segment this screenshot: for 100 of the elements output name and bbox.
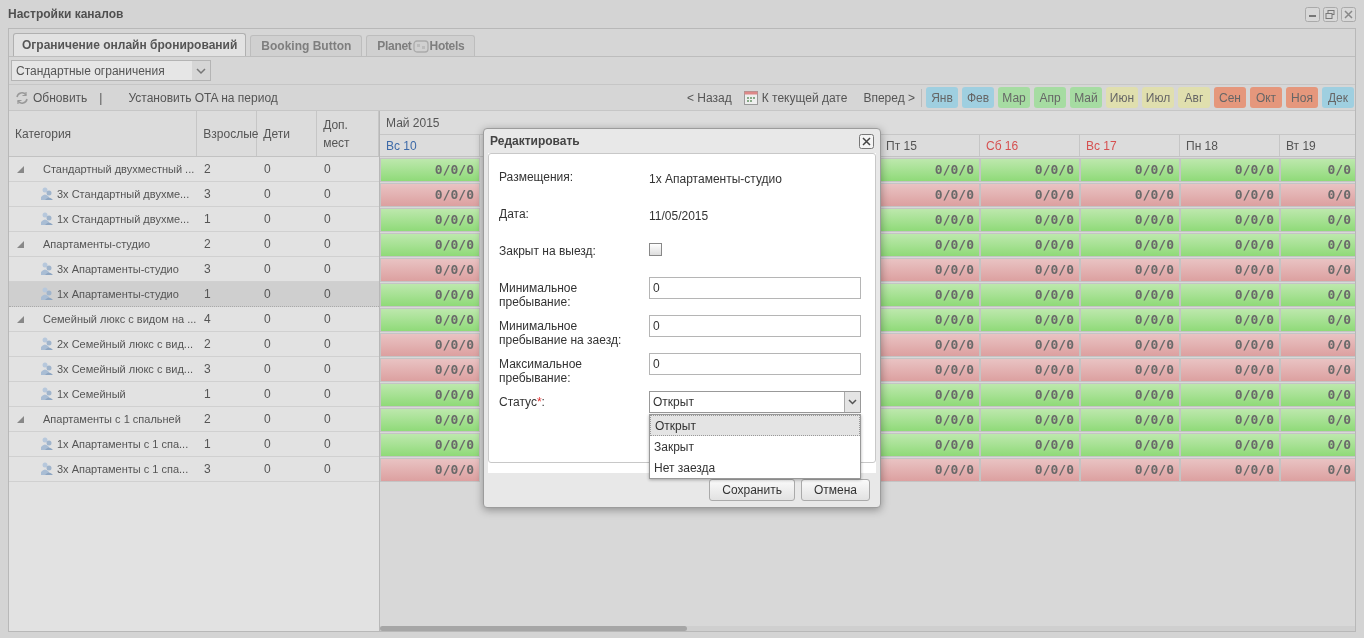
availability-cell[interactable]: 0/0/0 [980, 158, 1080, 182]
month-button[interactable]: Сен [1214, 87, 1246, 108]
availability-cell[interactable]: 0/0/0 [1180, 258, 1280, 282]
availability-cell[interactable]: 0/0 [1280, 358, 1355, 382]
availability-cell[interactable]: 0/0/0 [1180, 283, 1280, 307]
scrollbar-thumb[interactable] [380, 626, 687, 631]
table-row[interactable]: 1x Апартаменты с 1 спа... 1 0 0 [9, 432, 379, 457]
availability-cell[interactable]: 0/0/0 [880, 358, 980, 382]
availability-cell[interactable]: 0/0/0 [980, 258, 1080, 282]
today-button[interactable]: К текущей дате [743, 88, 848, 107]
availability-cell[interactable]: 0/0/0 [1080, 458, 1180, 482]
availability-cell[interactable]: 0/0 [1280, 208, 1355, 232]
availability-cell[interactable]: 0/0/0 [380, 258, 480, 282]
table-row[interactable]: Апартаменты с 1 спальней 2 0 0 [9, 407, 379, 432]
availability-cell[interactable]: 0/0/0 [380, 208, 480, 232]
month-button[interactable]: Авг [1178, 87, 1210, 108]
table-row[interactable]: 1x Апартаменты-студио 1 0 0 [9, 282, 379, 307]
table-row[interactable]: 2x Семейный люкс с вид... 2 0 0 [9, 332, 379, 357]
availability-cell[interactable]: 0/0/0 [1080, 158, 1180, 182]
availability-cell[interactable]: 0/0 [1280, 333, 1355, 357]
table-row[interactable]: 1x Семейный 1 0 0 [9, 382, 379, 407]
availability-cell[interactable]: 0/0/0 [880, 233, 980, 257]
availability-cell[interactable]: 0/0/0 [1180, 433, 1280, 457]
availability-cell[interactable]: 0/0/0 [980, 383, 1080, 407]
month-button[interactable]: Июл [1142, 87, 1174, 108]
dialog-button[interactable]: Сохранить [709, 479, 795, 501]
input-field[interactable]: 0 [649, 353, 861, 375]
availability-cell[interactable]: 0/0/0 [1080, 283, 1180, 307]
column-header[interactable]: Дети [257, 111, 318, 156]
availability-cell[interactable]: 0/0 [1280, 433, 1355, 457]
availability-cell[interactable]: 0/0 [1280, 158, 1355, 182]
minimize-icon[interactable] [1305, 6, 1320, 22]
set-ota-button[interactable]: Установить OTA на период [114, 88, 278, 107]
filter-dropdown[interactable]: Стандартные ограничения [11, 60, 211, 81]
availability-cell[interactable]: 0/0/0 [880, 208, 980, 232]
availability-cell[interactable]: 0/0/0 [380, 333, 480, 357]
availability-cell[interactable]: 0/0/0 [1080, 433, 1180, 457]
availability-cell[interactable]: 0/0/0 [380, 358, 480, 382]
availability-cell[interactable]: 0/0/0 [380, 383, 480, 407]
availability-cell[interactable]: 0/0/0 [380, 408, 480, 432]
input-field[interactable]: 0 [649, 315, 861, 337]
dropdown-option[interactable]: Нет заезда [650, 457, 860, 478]
restore-icon[interactable] [1323, 6, 1338, 22]
availability-cell[interactable]: 0/0/0 [980, 233, 1080, 257]
availability-cell[interactable]: 0/0/0 [1180, 158, 1280, 182]
availability-cell[interactable]: 0/0/0 [1180, 208, 1280, 232]
month-button[interactable]: Янв [926, 87, 958, 108]
dropdown-option[interactable]: Закрыт [650, 436, 860, 457]
status-dropdown[interactable]: Открыт [649, 391, 861, 413]
availability-cell[interactable]: 0/0/0 [880, 383, 980, 407]
availability-cell[interactable]: 0/0/0 [880, 408, 980, 432]
availability-cell[interactable]: 0/0 [1280, 258, 1355, 282]
availability-cell[interactable]: 0/0 [1280, 283, 1355, 307]
table-row[interactable]: 1x Стандартный двухме... 1 0 0 [9, 207, 379, 232]
availability-cell[interactable]: 0/0/0 [980, 308, 1080, 332]
month-button[interactable]: Июн [1106, 87, 1138, 108]
availability-cell[interactable]: 0/0/0 [1180, 358, 1280, 382]
availability-cell[interactable]: 0/0/0 [380, 283, 480, 307]
expanded-arrow-icon[interactable] [17, 240, 24, 248]
availability-cell[interactable]: 0/0/0 [880, 283, 980, 307]
column-header[interactable]: Категория [9, 111, 198, 156]
availability-cell[interactable]: 0/0 [1280, 183, 1355, 207]
input-field[interactable]: 0 [649, 277, 861, 299]
availability-cell[interactable]: 0/0 [1280, 458, 1355, 482]
month-button[interactable]: Ноя [1286, 87, 1318, 108]
month-button[interactable]: Апр [1034, 87, 1066, 108]
availability-cell[interactable]: 0/0/0 [1080, 383, 1180, 407]
availability-cell[interactable]: 0/0/0 [880, 308, 980, 332]
availability-cell[interactable]: 0/0/0 [980, 408, 1080, 432]
table-row[interactable]: Стандартный двухместный ... 2 0 0 [9, 157, 379, 182]
table-row[interactable]: Семейный люкс с видом на ... 4 0 0 [9, 307, 379, 332]
column-header[interactable]: Взрослые [197, 111, 258, 156]
month-button[interactable]: Мар [998, 87, 1030, 108]
availability-cell[interactable]: 0/0/0 [1180, 408, 1280, 432]
availability-cell[interactable]: 0/0/0 [880, 258, 980, 282]
expanded-arrow-icon[interactable] [17, 415, 24, 423]
month-button[interactable]: Май [1070, 87, 1102, 108]
availability-cell[interactable]: 0/0/0 [880, 433, 980, 457]
availability-cell[interactable]: 0/0/0 [880, 183, 980, 207]
availability-cell[interactable]: 0/0/0 [380, 158, 480, 182]
availability-cell[interactable]: 0/0/0 [1080, 208, 1180, 232]
availability-cell[interactable]: 0/0/0 [880, 458, 980, 482]
month-button[interactable]: Дек [1322, 87, 1354, 108]
availability-cell[interactable]: 0/0 [1280, 408, 1355, 432]
availability-cell[interactable]: 0/0/0 [980, 358, 1080, 382]
back-button[interactable]: < Назад [687, 88, 732, 107]
tab[interactable]: Booking Button [250, 35, 363, 56]
availability-cell[interactable]: 0/0/0 [380, 308, 480, 332]
availability-cell[interactable]: 0/0/0 [380, 433, 480, 457]
availability-cell[interactable]: 0/0/0 [1080, 408, 1180, 432]
availability-cell[interactable]: 0/0/0 [980, 458, 1080, 482]
forward-button[interactable]: Вперед > [863, 88, 915, 107]
table-row[interactable]: 3x Апартаменты с 1 спа... 3 0 0 [9, 457, 379, 482]
availability-cell[interactable]: 0/0/0 [1080, 358, 1180, 382]
availability-cell[interactable]: 0/0/0 [980, 283, 1080, 307]
availability-cell[interactable]: 0/0/0 [980, 433, 1080, 457]
availability-cell[interactable]: 0/0/0 [1080, 258, 1180, 282]
availability-cell[interactable]: 0/0 [1280, 233, 1355, 257]
column-header[interactable]: Доп. мест [317, 111, 379, 156]
day-header[interactable]: Сб 16 [980, 135, 1080, 156]
